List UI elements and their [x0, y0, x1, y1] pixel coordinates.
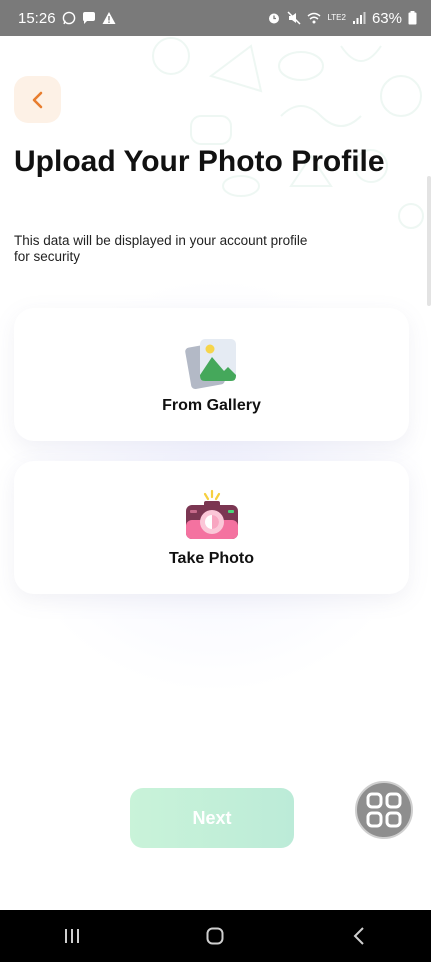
recents-icon — [64, 929, 79, 943]
status-time: 15:26 — [18, 9, 56, 27]
from-gallery-label: From Gallery — [162, 396, 261, 414]
page-title: Upload Your Photo Profile — [14, 145, 385, 178]
whatsapp-icon — [62, 11, 75, 25]
page-subtitle: This data will be displayed in your acco… — [14, 233, 308, 264]
grid-icon — [366, 792, 402, 828]
home-icon — [206, 927, 224, 945]
home-button[interactable] — [185, 916, 245, 956]
mute-icon — [287, 11, 301, 25]
battery-percentage: 63% — [371, 9, 402, 27]
recents-button[interactable] — [42, 916, 102, 956]
camera-icon — [185, 489, 238, 539]
chevron-left-icon — [32, 91, 42, 108]
take-photo-option[interactable]: Take Photo — [14, 461, 409, 594]
nav-back-button[interactable] — [329, 916, 389, 956]
upload-photo-screen: Upload Your Photo Profile This data will… — [0, 36, 431, 910]
back-button[interactable] — [14, 76, 61, 123]
status-bar-right: LTE2 63% — [267, 10, 417, 27]
battery-icon — [408, 11, 417, 25]
wifi-icon — [307, 12, 321, 24]
network-label: LTE2 — [327, 13, 346, 22]
next-button[interactable]: Next — [130, 788, 294, 848]
alarm-icon — [269, 13, 280, 24]
status-bar-left: 15:26 — [18, 10, 116, 27]
system-navigation-bar — [0, 910, 431, 962]
status-bar: 15:26 LTE2 63% — [0, 0, 431, 36]
from-gallery-option[interactable]: From Gallery — [14, 308, 409, 441]
gallery-icon — [184, 338, 236, 389]
scroll-indicator[interactable] — [427, 176, 431, 306]
take-photo-label: Take Photo — [168, 549, 255, 567]
food-doodle-background — [152, 37, 424, 229]
warning-icon — [102, 12, 116, 24]
back-icon — [353, 927, 364, 945]
signal-icon — [352, 12, 366, 24]
assistive-menu-button[interactable] — [355, 781, 413, 839]
chat-icon — [82, 12, 95, 24]
